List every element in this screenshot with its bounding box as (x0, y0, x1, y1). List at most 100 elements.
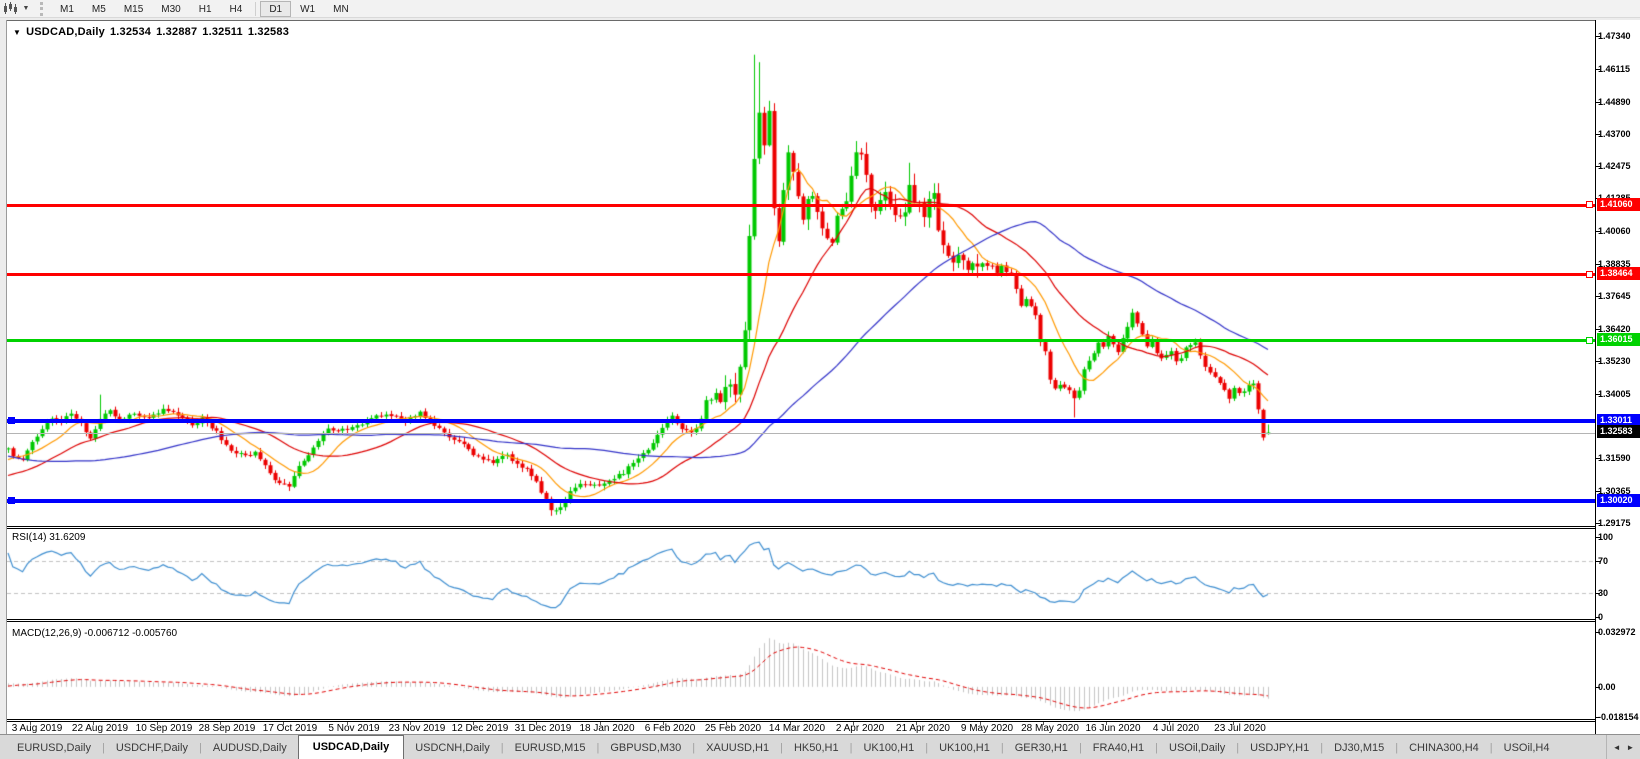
axis-tick-mark (1596, 361, 1600, 362)
timeframe-button-w1[interactable]: W1 (291, 1, 324, 17)
tab-scroll-right-icon[interactable]: ► (1626, 743, 1634, 752)
chart-tab-eurusd-m15[interactable]: EURUSD,M15 (504, 738, 597, 759)
date-axis[interactable]: 3 Aug 201922 Aug 201910 Sep 201928 Sep 2… (7, 722, 1595, 734)
price-badge-resistance-lower: 1.38464 (1597, 267, 1640, 280)
date-label: 3 Aug 2019 (12, 723, 63, 734)
macd-axis-label: -0.018154 (1598, 712, 1639, 722)
candlestick-chart-icon (3, 2, 17, 15)
price-axis-tick: 1.29175 (1598, 518, 1631, 528)
date-label: 16 Jun 2020 (1085, 723, 1140, 734)
tab-scroll-buttons: ◄ ► (1606, 735, 1640, 759)
chart-tab-eurusd-daily[interactable]: EURUSD,Daily (6, 738, 102, 759)
date-label: 17 Oct 2019 (263, 723, 317, 734)
current-price-badge: 1.32583 (1597, 425, 1640, 438)
macd-axis-label: 0.032972 (1598, 627, 1636, 637)
price-axis[interactable]: 1.473401.461151.448901.437001.424751.412… (1595, 20, 1640, 734)
price-badge-resistance-upper: 1.41060 (1597, 198, 1640, 211)
hline-handle-pivot-green[interactable] (1586, 337, 1593, 344)
hline-support-lower[interactable] (7, 499, 1595, 503)
chart-tab-xauusd-h1[interactable]: XAUUSD,H1 (695, 738, 780, 759)
ohlc-high: 1.32887 (156, 26, 197, 38)
hline-resistance-upper[interactable] (7, 204, 1595, 207)
chart-tab-usdchf-daily[interactable]: USDCHF,Daily (105, 738, 199, 759)
hline-handle-support-upper[interactable] (8, 417, 15, 424)
window-left-frame (0, 20, 7, 734)
chart-tab-usdcnh-daily[interactable]: USDCNH,Daily (404, 738, 501, 759)
price-axis-tick: 1.44890 (1598, 97, 1631, 107)
macd-canvas[interactable] (7, 625, 1595, 719)
date-label: 23 Nov 2019 (389, 723, 446, 734)
timeframe-button-m5[interactable]: M5 (83, 1, 115, 17)
timeframe-button-mn[interactable]: MN (324, 1, 358, 17)
timeframe-button-m1[interactable]: M1 (51, 1, 83, 17)
date-label: 6 Feb 2020 (645, 723, 696, 734)
timeframe-button-h4[interactable]: H4 (221, 1, 252, 17)
toolbar-drag-handle[interactable] (40, 2, 45, 16)
date-label: 21 Apr 2020 (896, 723, 950, 734)
timeframe-button-h1[interactable]: H1 (190, 1, 221, 17)
chart-tab-fra40-h1[interactable]: FRA40,H1 (1082, 738, 1155, 759)
axis-tick-mark (1596, 523, 1600, 524)
rsi-label: RSI(14) 31.6209 (12, 532, 85, 543)
hline-handle-resistance-lower[interactable] (1586, 271, 1593, 278)
axis-tick-mark (1596, 458, 1600, 459)
price-axis-tick: 1.46115 (1598, 64, 1630, 74)
timeframes-toolbar: ▼ M1M5M15M30H1H4 D1W1MN (0, 0, 1640, 18)
macd-axis-label: 0.00 (1598, 682, 1616, 692)
date-label: 22 Aug 2019 (72, 723, 128, 734)
chart-tab-bar: EURUSD,Daily|USDCHF,Daily|AUDUSD,DailyUS… (0, 734, 1640, 759)
chart-tab-usdjpy-h1[interactable]: USDJPY,H1 (1239, 738, 1320, 759)
chart-title: ▼USDCAD,Daily1.325341.328871.325111.3258… (13, 26, 289, 38)
price-axis-tick: 1.40060 (1598, 226, 1631, 236)
hline-resistance-lower[interactable] (7, 273, 1595, 276)
chart-tab-audusd-daily[interactable]: AUDUSD,Daily (202, 738, 298, 759)
chart-tab-uk100-h1[interactable]: UK100,H1 (852, 738, 925, 759)
date-label: 31 Dec 2019 (515, 723, 572, 734)
timeframe-button-m30[interactable]: M30 (152, 1, 189, 17)
macd-indicator-pane[interactable]: MACD(12,26,9) -0.006712 -0.005760 (7, 625, 1595, 722)
price-axis-tick: 1.47340 (1598, 31, 1631, 41)
date-label: 9 May 2020 (961, 723, 1013, 734)
chart-tab-ger30-h1[interactable]: GER30,H1 (1004, 738, 1079, 759)
timeframe-buttons-group: M1M5M15M30H1H4 D1W1MN (51, 1, 358, 17)
rsi-canvas[interactable] (7, 529, 1595, 619)
date-label: 25 Feb 2020 (705, 723, 761, 734)
price-badge-pivot-green: 1.36015 (1597, 333, 1640, 346)
hline-handle-resistance-upper[interactable] (1586, 201, 1593, 208)
chart-tab-dj30-m15[interactable]: DJ30,M15 (1323, 738, 1395, 759)
chart-type-dropdown-icon[interactable]: ▼ (20, 5, 32, 12)
rsi-level-label: 100 (1598, 532, 1613, 542)
hline-handle-support-lower[interactable] (8, 497, 15, 504)
chart-tab-hk50-h1[interactable]: HK50,H1 (783, 738, 850, 759)
main-chart-pane[interactable]: ▼USDCAD,Daily1.325341.328871.325111.3258… (7, 20, 1595, 529)
chart-tab-usoil-daily[interactable]: USOil,Daily (1158, 738, 1236, 759)
tab-scroll-left-icon[interactable]: ◄ (1613, 743, 1621, 752)
timeframe-button-m15[interactable]: M15 (115, 1, 152, 17)
axis-tick-mark (1596, 134, 1600, 135)
axis-tick-mark (1596, 264, 1600, 265)
chart-tab-china300-h4[interactable]: CHINA300,H4 (1398, 738, 1490, 759)
chart-tab-gbpusd-m30[interactable]: GBPUSD,M30 (599, 738, 692, 759)
rsi-indicator-pane[interactable]: RSI(14) 31.6209 (7, 529, 1595, 622)
hline-pivot-green[interactable] (7, 339, 1595, 342)
timeframe-button-d1[interactable]: D1 (260, 1, 291, 17)
axis-tick-mark (1596, 491, 1600, 492)
axis-tick-mark (1596, 561, 1600, 562)
axis-tick-mark (1596, 69, 1600, 70)
axis-tick-mark (1596, 593, 1600, 594)
symbol-label: USDCAD,Daily (26, 26, 105, 38)
price-axis-tick: 1.37645 (1598, 291, 1631, 301)
chart-tab-usoil-h4[interactable]: USOil,H4 (1493, 738, 1561, 759)
axis-tick-mark (1596, 166, 1600, 167)
toolbar-separator (255, 2, 256, 16)
chart-tab-uk100-h1-2[interactable]: UK100,H1 (928, 738, 1001, 759)
chart-type-icon[interactable] (0, 1, 20, 17)
macd-label: MACD(12,26,9) -0.006712 -0.005760 (12, 628, 177, 639)
date-label: 10 Sep 2019 (136, 723, 193, 734)
date-label: 18 Jan 2020 (579, 723, 634, 734)
symbol-dropdown-icon[interactable]: ▼ (13, 28, 21, 37)
chart-tab-usdcad-daily[interactable]: USDCAD,Daily (298, 735, 404, 759)
price-axis-tick: 1.35230 (1598, 356, 1631, 366)
hline-support-upper[interactable] (7, 419, 1595, 423)
price-axis-tick: 1.31590 (1598, 453, 1631, 463)
